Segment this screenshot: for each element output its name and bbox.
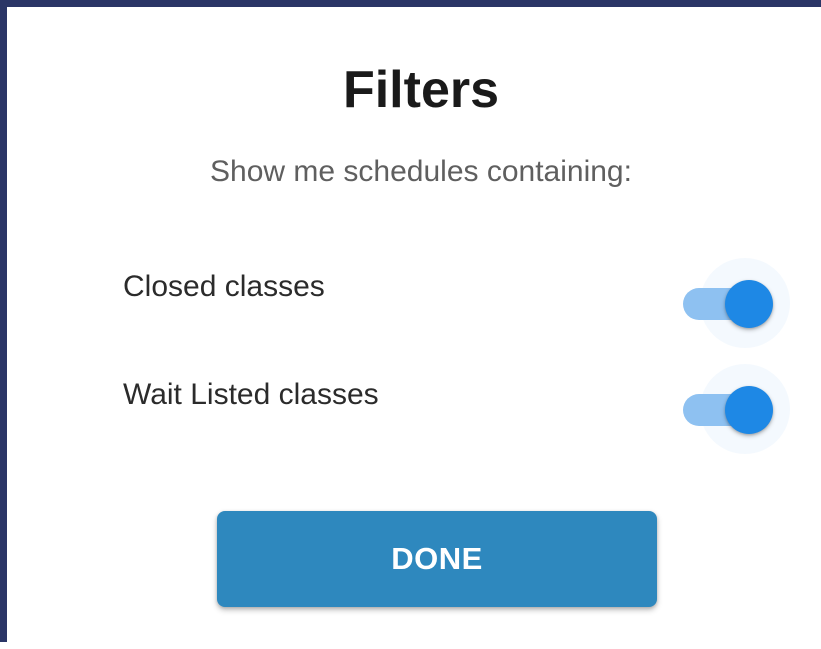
closed-classes-toggle[interactable] [676, 258, 790, 348]
wait-listed-classes-toggle[interactable] [676, 364, 790, 454]
done-button[interactable]: DONE [217, 511, 657, 607]
filter-label-closed-classes: Closed classes [123, 270, 325, 303]
dialog-subtitle: Show me schedules containing: [210, 155, 632, 188]
filter-label-wait-listed-classes: Wait Listed classes [123, 378, 379, 411]
toggle-thumb[interactable] [725, 386, 773, 434]
filters-dialog: Filters Show me schedules containing: Cl… [14, 14, 821, 649]
dialog-title: Filters [342, 61, 500, 119]
window-frame: Filters Show me schedules containing: Cl… [0, 0, 821, 649]
toggle-thumb[interactable] [725, 280, 773, 328]
